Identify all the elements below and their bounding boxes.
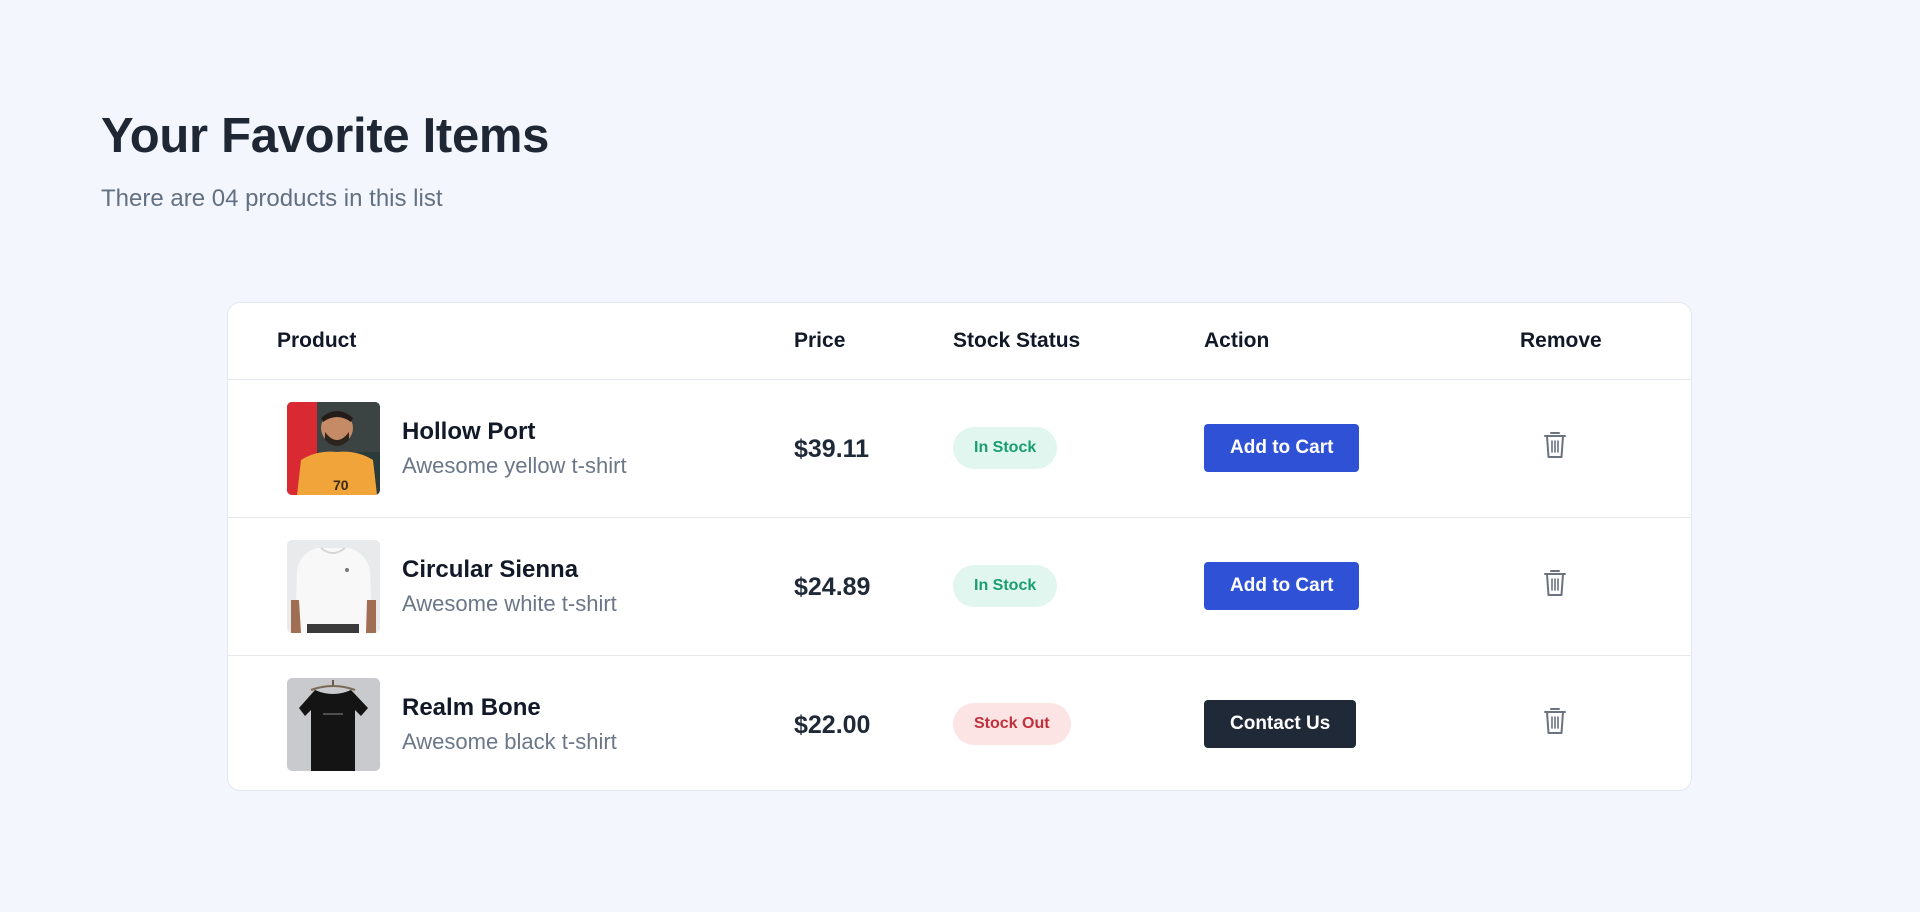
product-description: Awesome white t-shirt <box>402 591 617 616</box>
remove-button[interactable] <box>1542 430 1568 460</box>
column-header-product: Product <box>277 329 357 352</box>
yellow-tshirt-photo-icon: 70 <box>287 402 380 495</box>
product-thumbnail[interactable]: 70 <box>287 402 380 495</box>
page-subtitle: There are 04 products in this list <box>101 185 443 212</box>
product-description: Awesome yellow t-shirt <box>402 453 627 478</box>
trash-icon <box>1544 570 1566 596</box>
trash-icon <box>1544 708 1566 734</box>
white-tshirt-photo-icon <box>287 540 380 633</box>
column-header-stock-status: Stock Status <box>953 329 1081 352</box>
page-title: Your Favorite Items <box>101 109 550 163</box>
add-to-cart-button[interactable]: Add to Cart <box>1204 424 1360 472</box>
svg-text:70: 70 <box>333 477 349 493</box>
stock-status-badge: In Stock <box>953 565 1058 607</box>
table-row: 70 Hollow Port Awesome yellow t-shirt $3… <box>228 380 1691 518</box>
column-header-action: Action <box>1204 329 1270 352</box>
remove-button[interactable] <box>1542 568 1568 598</box>
trash-icon <box>1544 432 1566 458</box>
product-price: $22.00 <box>794 711 871 739</box>
contact-us-button[interactable]: Contact Us <box>1204 700 1357 748</box>
table-header: Product Price Stock Status Action Remove <box>228 303 1691 380</box>
table-row: Realm Bone Awesome black t-shirt $22.00 … <box>228 656 1691 790</box>
stock-status-badge: In Stock <box>953 427 1058 469</box>
wishlist-table: Product Price Stock Status Action Remove… <box>227 302 1692 791</box>
table-row: Circular Sienna Awesome white t-shirt $2… <box>228 518 1691 656</box>
stock-status-badge: Stock Out <box>953 703 1071 745</box>
product-price: $39.11 <box>794 435 870 463</box>
product-price: $24.89 <box>794 573 871 601</box>
product-name[interactable]: Realm Bone <box>402 693 541 723</box>
page-header: Your Favorite Items There are 04 product… <box>101 106 549 214</box>
product-thumbnail[interactable] <box>287 540 380 633</box>
add-to-cart-button[interactable]: Add to Cart <box>1204 562 1360 610</box>
column-header-price: Price <box>794 329 846 352</box>
product-name[interactable]: Hollow Port <box>402 417 535 447</box>
column-header-remove: Remove <box>1520 329 1602 352</box>
product-thumbnail[interactable] <box>287 678 380 771</box>
product-name[interactable]: Circular Sienna <box>402 555 578 585</box>
product-description: Awesome black t-shirt <box>402 729 617 754</box>
black-tshirt-photo-icon <box>287 678 380 771</box>
remove-button[interactable] <box>1542 706 1568 736</box>
